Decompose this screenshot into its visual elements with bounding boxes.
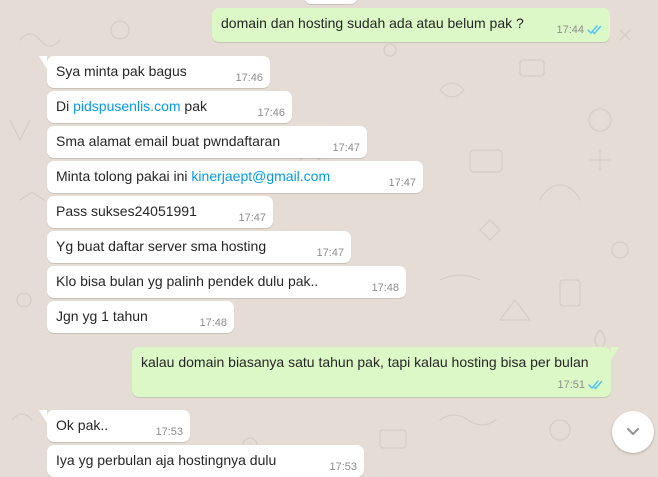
message-meta: 17:44 (556, 23, 603, 39)
message-time: 17:47 (388, 177, 416, 189)
incoming-message[interactable]: Minta tolong pakai ini kinerjaept@gmail.… (47, 161, 423, 193)
bubble-tail (39, 56, 47, 69)
incoming-message[interactable]: Jgn yg 1 tahun 17:48 (47, 301, 234, 333)
message-text: Iya yg perbulan aja hostingnya dulu (56, 452, 277, 468)
message-time: 17:53 (329, 461, 357, 473)
read-receipt-icon (587, 24, 603, 39)
message-time: 17:44 (556, 24, 584, 36)
message-text: Jgn yg 1 tahun (56, 308, 148, 324)
message-link[interactable]: pidspusenlis.com (73, 98, 180, 114)
message-time: 17:46 (235, 72, 263, 84)
message-text: domain dan hosting sudah ada atau belum … (221, 15, 524, 31)
bubble-tail (611, 347, 619, 360)
previous-message-edge (305, 0, 357, 4)
incoming-message[interactable]: Sma alamat email buat pwndaftaran 17:47 (47, 126, 367, 158)
message-text: Klo bisa bulan yg palinh pendek dulu pak… (56, 273, 319, 289)
incoming-message[interactable]: Pass sukses24051991 17:47 (47, 196, 273, 228)
message-link[interactable]: kinerjaept@gmail.com (191, 168, 330, 184)
message-time: 17:48 (371, 282, 399, 294)
message-text: Sya minta pak bagus (56, 63, 187, 79)
incoming-message[interactable]: Yg buat daftar server sma hosting 17:47 (47, 231, 351, 263)
outgoing-message[interactable]: kalau domain biasanya satu tahun pak, ta… (132, 347, 619, 397)
message-text: Yg buat daftar server sma hosting (56, 238, 267, 254)
message-time: 17:46 (257, 107, 285, 119)
message-text: kalau domain biasanya satu tahun pak, ta… (141, 354, 589, 370)
message-text-prefix: Minta tolong pakai ini (56, 168, 192, 184)
message-text: Di pidspusenlis.com pak (56, 97, 207, 116)
message-list[interactable]: domain dan hosting sudah ada atau belum … (0, 0, 658, 477)
message-time: 17:47 (316, 247, 344, 259)
bubble-tail (39, 410, 47, 423)
message-time: 17:48 (199, 317, 227, 329)
incoming-message[interactable]: Klo bisa bulan yg palinh pendek dulu pak… (47, 266, 406, 298)
message-text-suffix: pak (180, 98, 207, 114)
read-receipt-icon (588, 379, 604, 394)
message-time: 17:51 (557, 379, 585, 391)
incoming-message[interactable]: Iya yg perbulan aja hostingnya dulu 17:5… (47, 445, 364, 477)
message-time: 17:53 (155, 426, 183, 438)
message-text-prefix: Di (56, 98, 74, 114)
outgoing-message[interactable]: domain dan hosting sudah ada atau belum … (212, 8, 610, 42)
incoming-message[interactable]: Di pidspusenlis.com pak 17:46 (47, 91, 292, 123)
message-text: Pass sukses24051991 (56, 203, 197, 219)
incoming-message[interactable]: Sya minta pak bagus 17:46 (39, 56, 270, 88)
chevron-down-icon (623, 421, 643, 444)
message-meta: 17:51 (557, 378, 604, 394)
message-text: Sma alamat email buat pwndaftaran (56, 133, 281, 149)
message-text: Minta tolong pakai ini kinerjaept@gmail.… (56, 167, 330, 186)
scroll-to-bottom-button[interactable] (612, 411, 654, 453)
message-time: 17:47 (332, 142, 360, 154)
message-text: Ok pak.. (56, 417, 109, 433)
message-time: 17:47 (238, 212, 266, 224)
incoming-message[interactable]: Ok pak.. 17:53 (39, 410, 190, 442)
